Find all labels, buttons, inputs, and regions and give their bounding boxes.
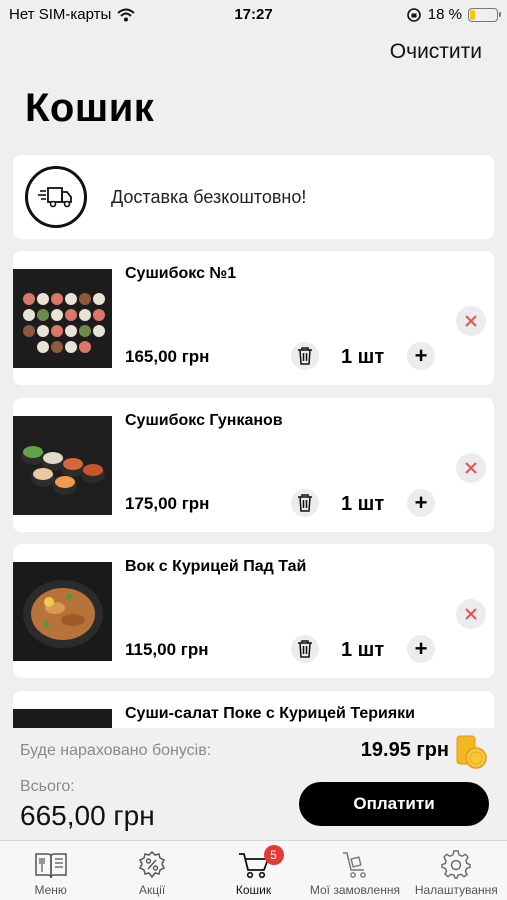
total-value: 665,00 грн — [20, 800, 155, 831]
status-right: 18 % — [406, 6, 501, 23]
tab-label: Акції — [139, 883, 166, 897]
delivery-truck-icon — [25, 166, 87, 228]
close-icon[interactable] — [456, 453, 486, 483]
product-name: Сушибокс №1 — [125, 265, 237, 282]
status-bar: Нет SIM-карты 17:27 18 % — [0, 0, 507, 30]
promo-percent-icon — [137, 849, 167, 881]
product-name: Вок с Курицей Пад Тай — [125, 558, 307, 575]
delivery-banner: Доставка безкоштовно! — [13, 155, 494, 239]
plus-icon[interactable]: + — [407, 489, 435, 517]
close-icon[interactable] — [456, 599, 486, 629]
battery-percent: 18 % — [427, 6, 462, 23]
gunkan-box-photo — [13, 416, 112, 515]
cart-item: Вок с Курицей Пад Тай 115,00 грн 1 шт + — [13, 544, 494, 678]
close-icon[interactable] — [456, 306, 486, 336]
bonus-value: 19.95 грн — [360, 739, 449, 761]
battery-icon — [468, 7, 501, 22]
bonus-label: Буде нараховано бонусів: — [20, 742, 212, 759]
plus-icon[interactable]: + — [407, 342, 435, 370]
tab-promotions[interactable]: Акції — [101, 841, 202, 900]
quantity-label: 1 шт — [341, 346, 385, 368]
clear-cart-button[interactable]: Очистити — [390, 40, 482, 64]
orientation-lock-icon — [406, 7, 421, 22]
trash-icon[interactable] — [291, 342, 319, 370]
trash-icon[interactable] — [291, 489, 319, 517]
wok-photo — [13, 562, 112, 661]
cart-icon: 5 — [238, 845, 284, 881]
menu-book-icon — [34, 849, 68, 881]
product-name: Суши-салат Поке с Курицей Терияки — [125, 705, 415, 722]
settings-gear-icon — [441, 849, 472, 881]
page-title: Кошик — [25, 86, 155, 130]
checkout-panel: Буде нараховано бонусів: 19.95 грн Всьог… — [0, 728, 507, 840]
tab-label: Меню — [34, 883, 67, 897]
sushi-box-photo — [13, 269, 112, 368]
cart-item: Сушибокс №1 165,00 грн 1 шт + — [13, 251, 494, 385]
cart-count-badge: 5 — [263, 845, 284, 865]
quantity-label: 1 шт — [341, 639, 385, 661]
orders-cart-icon — [340, 849, 370, 881]
total-label: Всього: — [20, 778, 75, 795]
product-name: Сушибокс Гунканов — [125, 412, 283, 429]
product-price: 175,00 грн — [125, 494, 210, 513]
pay-button[interactable]: Оплатити — [299, 782, 489, 826]
tab-bar: Меню Акції 5 Кошик Мої замовлення Налашт… — [0, 840, 507, 900]
product-price: 115,00 грн — [125, 640, 209, 659]
coins-icon — [456, 735, 487, 769]
delivery-text: Доставка безкоштовно! — [111, 187, 307, 207]
tab-cart[interactable]: 5 Кошик — [203, 841, 304, 900]
tab-menu[interactable]: Меню — [0, 841, 101, 900]
trash-icon[interactable] — [291, 635, 319, 663]
tab-label: Мої замовлення — [309, 883, 400, 897]
tab-my-orders[interactable]: Мої замовлення — [304, 841, 405, 900]
tab-settings[interactable]: Налаштування — [406, 841, 507, 900]
product-price: 165,00 грн — [125, 347, 210, 366]
quantity-label: 1 шт — [341, 493, 385, 515]
battery-level — [470, 9, 475, 20]
plus-icon[interactable]: + — [407, 635, 435, 663]
cart-item: Сушибокс Гунканов 175,00 грн 1 шт + — [13, 398, 494, 532]
tab-label: Кошик — [235, 883, 272, 897]
tab-label: Налаштування — [414, 883, 498, 897]
